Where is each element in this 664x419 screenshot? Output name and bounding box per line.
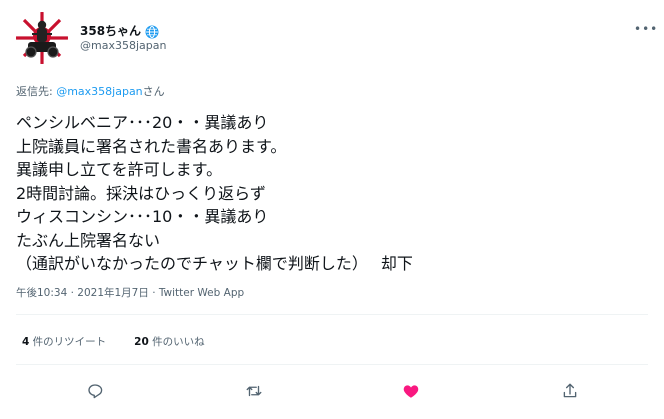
share-icon: [563, 383, 577, 398]
share-button[interactable]: [561, 382, 579, 400]
tweet-line: たぶん上院署名ない: [16, 230, 161, 250]
more-options-icon[interactable]: •••: [634, 22, 658, 36]
tweet-actions: [0, 382, 664, 402]
rising-sun-biker-avatar-icon: [16, 12, 68, 64]
heart-icon: [403, 385, 419, 398]
reply-button[interactable]: [86, 382, 104, 400]
reply-icon: [88, 384, 103, 399]
tweet-line: 異議申し立てを許可します。: [16, 160, 223, 179]
globe-badge-icon: [145, 24, 159, 38]
retweet-button[interactable]: [245, 382, 263, 400]
tweet-text: ペンシルベニア･･･20・・異議あり 上院議員に署名された書名あります。 異議申…: [16, 111, 636, 276]
tweet-source-link[interactable]: Twitter Web App: [159, 287, 244, 299]
divider: [16, 364, 648, 365]
reply-to-suffix: さん: [142, 85, 165, 98]
tweet-meta: 午後10:34 · 2021年1月7日 · Twitter Web App: [16, 285, 244, 300]
tweet-timestamp[interactable]: 午後10:34 · 2021年1月7日 ·: [16, 287, 159, 299]
like-button[interactable]: [402, 382, 420, 400]
likes-count: 20: [134, 336, 149, 348]
author-handle[interactable]: @max358japan: [80, 39, 166, 52]
tweet-line: 2時間討論。採決はひっくり返らず: [16, 183, 266, 203]
reply-to-line: 返信先: @max358japanさん: [16, 83, 165, 99]
likes-stat[interactable]: 20 件のいいね: [134, 334, 204, 349]
tweet-line: ペンシルベニア･･･20・・異議あり: [16, 113, 269, 132]
likes-label: 件のいいね: [148, 336, 205, 348]
avatar[interactable]: [16, 12, 68, 64]
reply-to-mention[interactable]: @max358japan: [56, 85, 142, 98]
tweet-stats: 4 件のリツイート 20 件のいいね: [22, 334, 205, 349]
reply-to-prefix: 返信先:: [16, 85, 57, 98]
author-display-name[interactable]: 358ちゃん: [80, 22, 141, 39]
author-name-row: 358ちゃん: [80, 22, 159, 39]
tweet-line: （通訳がいなかったのでチャット欄で判断した） 却下: [16, 254, 413, 273]
retweets-stat[interactable]: 4 件のリツイート: [22, 334, 106, 349]
tweet-line: ウィスコンシン･･･10・・異議あり: [16, 207, 269, 226]
retweet-icon: [246, 385, 262, 397]
retweets-label: 件のリツイート: [29, 336, 107, 348]
tweet-line: 上院議員に署名された書名あります。: [16, 136, 287, 156]
divider: [16, 314, 648, 315]
